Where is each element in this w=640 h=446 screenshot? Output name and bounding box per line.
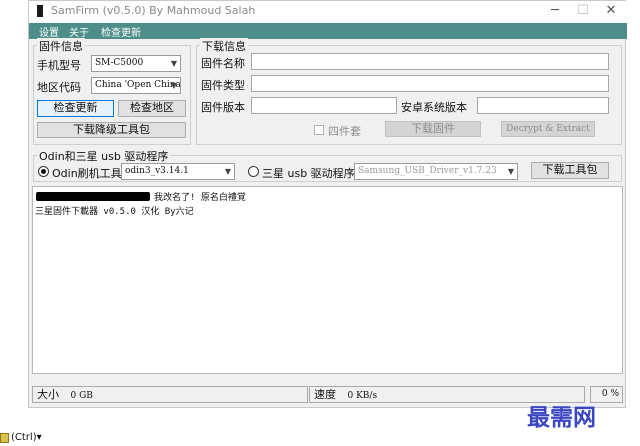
close-button[interactable]: ✕ <box>597 2 625 20</box>
quad-label: 四件套 <box>328 125 361 138</box>
download-info-title: 下载信息 <box>200 38 248 54</box>
firmware-type-field[interactable] <box>251 75 609 92</box>
android-version-field[interactable] <box>477 97 609 114</box>
check-region-button[interactable]: 检查地区 <box>118 100 186 117</box>
log-line: 三星固件下載器 v0.5.0 汉化 By六记 <box>35 207 194 217</box>
size-status: 大小 0 GB <box>32 386 308 403</box>
odin-select-value: odin3_v3.14.1 <box>125 166 189 176</box>
menu-bar: 设置 关于 检查更新 <box>29 23 627 39</box>
firmware-version-field[interactable] <box>251 97 397 114</box>
chevron-down-icon: ▼ <box>170 59 178 68</box>
firmware-name-field[interactable] <box>251 53 609 70</box>
android-version-label: 安卓系统版本 <box>401 101 467 114</box>
odin-group-title: Odin和三星 usb 驱动程序 <box>37 148 171 164</box>
download-downgrade-button[interactable]: 下载降级工具包 <box>37 122 186 138</box>
menu-about[interactable]: 关于 <box>69 24 89 39</box>
model-select[interactable]: SM-C5000 ▼ <box>91 55 181 72</box>
menu-settings[interactable]: 设置 <box>39 24 59 39</box>
paste-options-button[interactable]: (Ctrl)▾ <box>11 432 42 443</box>
minimize-button[interactable]: ─ <box>541 2 569 20</box>
clipboard-icon <box>0 433 9 443</box>
region-label: 地区代码 <box>37 81 81 94</box>
app-icon <box>37 5 43 17</box>
chevron-down-icon: ▼ <box>507 167 515 176</box>
watermark-logo: 最需网 <box>527 404 596 431</box>
log-output[interactable]: 我改名了! 原名白禮覚 三星固件下載器 v0.5.0 汉化 By六记 <box>32 186 623 374</box>
download-tools-button[interactable]: 下载工具包 <box>531 162 609 179</box>
firmware-info-title: 固件信息 <box>37 38 85 54</box>
maximize-button[interactable]: ☐ <box>569 2 597 20</box>
chevron-down-icon: ▼ <box>224 167 232 176</box>
redacted-text <box>36 192 150 201</box>
odin-select[interactable]: odin3_v3.14.1 ▼ <box>121 163 235 180</box>
window-title: SamFirm (v0.5.0) By Mahmoud Salah <box>51 4 256 17</box>
usb-driver-radio[interactable] <box>248 166 259 177</box>
usb-driver-select-value: Samsung_USB_Driver_v1.7.23 <box>358 166 497 176</box>
speed-value: 0 KB/s <box>347 391 378 401</box>
chevron-down-icon: ▼ <box>170 81 178 90</box>
odin-label: Odin刷机工具 <box>52 167 122 180</box>
quad-checkbox[interactable] <box>314 125 324 135</box>
firmware-type-label: 固件类型 <box>201 79 245 92</box>
check-update-button[interactable]: 检查更新 <box>37 100 114 117</box>
firmware-version-label: 固件版本 <box>201 101 245 114</box>
app-window: SamFirm (v0.5.0) By Mahmoud Salah ─ ☐ ✕ … <box>28 0 627 408</box>
usb-driver-select[interactable]: Samsung_USB_Driver_v1.7.23 ▼ <box>354 163 518 180</box>
model-select-value: SM-C5000 <box>95 58 144 68</box>
region-select[interactable]: China 'Open China' ▼ <box>91 77 181 94</box>
radio-selected-dot <box>41 169 46 174</box>
model-label: 手机型号 <box>37 59 81 72</box>
decrypt-extract-button[interactable]: Decrypt & Extract <box>501 121 595 137</box>
speed-label: 速度 <box>314 388 336 401</box>
menu-check-update[interactable]: 检查更新 <box>101 24 141 39</box>
firmware-name-label: 固件名称 <box>201 57 245 70</box>
download-firmware-button[interactable]: 下载固件 <box>385 121 481 137</box>
size-label: 大小 <box>37 388 59 401</box>
usb-driver-label: 三星 usb 驱动程序 <box>262 167 355 180</box>
log-line: 我改名了! 原名白禮覚 <box>154 193 246 203</box>
title-bar[interactable]: SamFirm (v0.5.0) By Mahmoud Salah ─ ☐ ✕ <box>29 1 627 23</box>
size-value: 0 GB <box>70 391 93 401</box>
odin-radio[interactable] <box>38 166 49 177</box>
